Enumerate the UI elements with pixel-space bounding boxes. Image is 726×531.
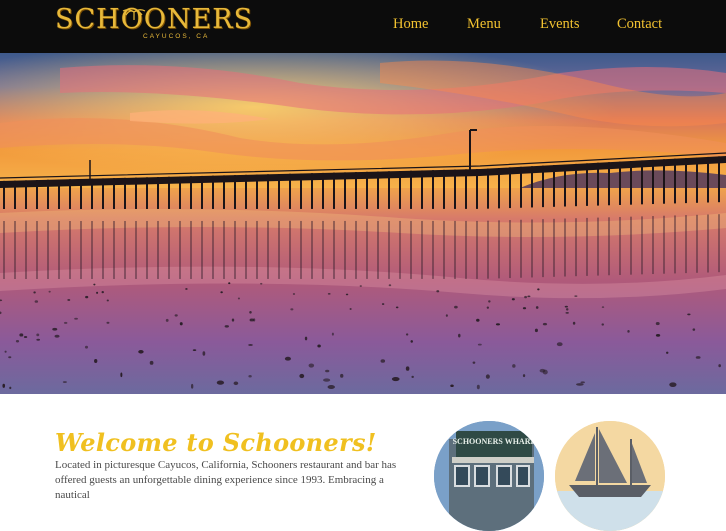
pier-sunset-photo [0,53,726,394]
nav-events[interactable]: Events [540,16,579,33]
schooners-logo[interactable]: SCHOONERS CAYUCOS, CA [55,4,252,42]
sailing-ship-silhouette-icon [555,421,665,531]
nav-home[interactable]: Home [393,16,428,33]
palm-tree-icon [122,9,146,20]
nav-contact[interactable]: Contact [617,16,662,33]
logo-wordmark: SCHOONERS [55,4,254,35]
hero-banner [0,53,726,394]
site-header: SCHOONERS CAYUCOS, CA Home Menu Events C… [0,0,726,53]
logo-subtitle: CAYUCOS, CA [143,33,210,40]
welcome-heading: Welcome to Schooners! [55,428,377,458]
intro-paragraph: Located in picturesque Cayucos, Californ… [55,459,397,501]
wharf-sign-text: SCHOONERS WHARF [453,437,536,446]
schooners-wharf-building-photo: SCHOONERS WHARF [434,421,544,531]
nav-menu[interactable]: Menu [467,16,501,33]
